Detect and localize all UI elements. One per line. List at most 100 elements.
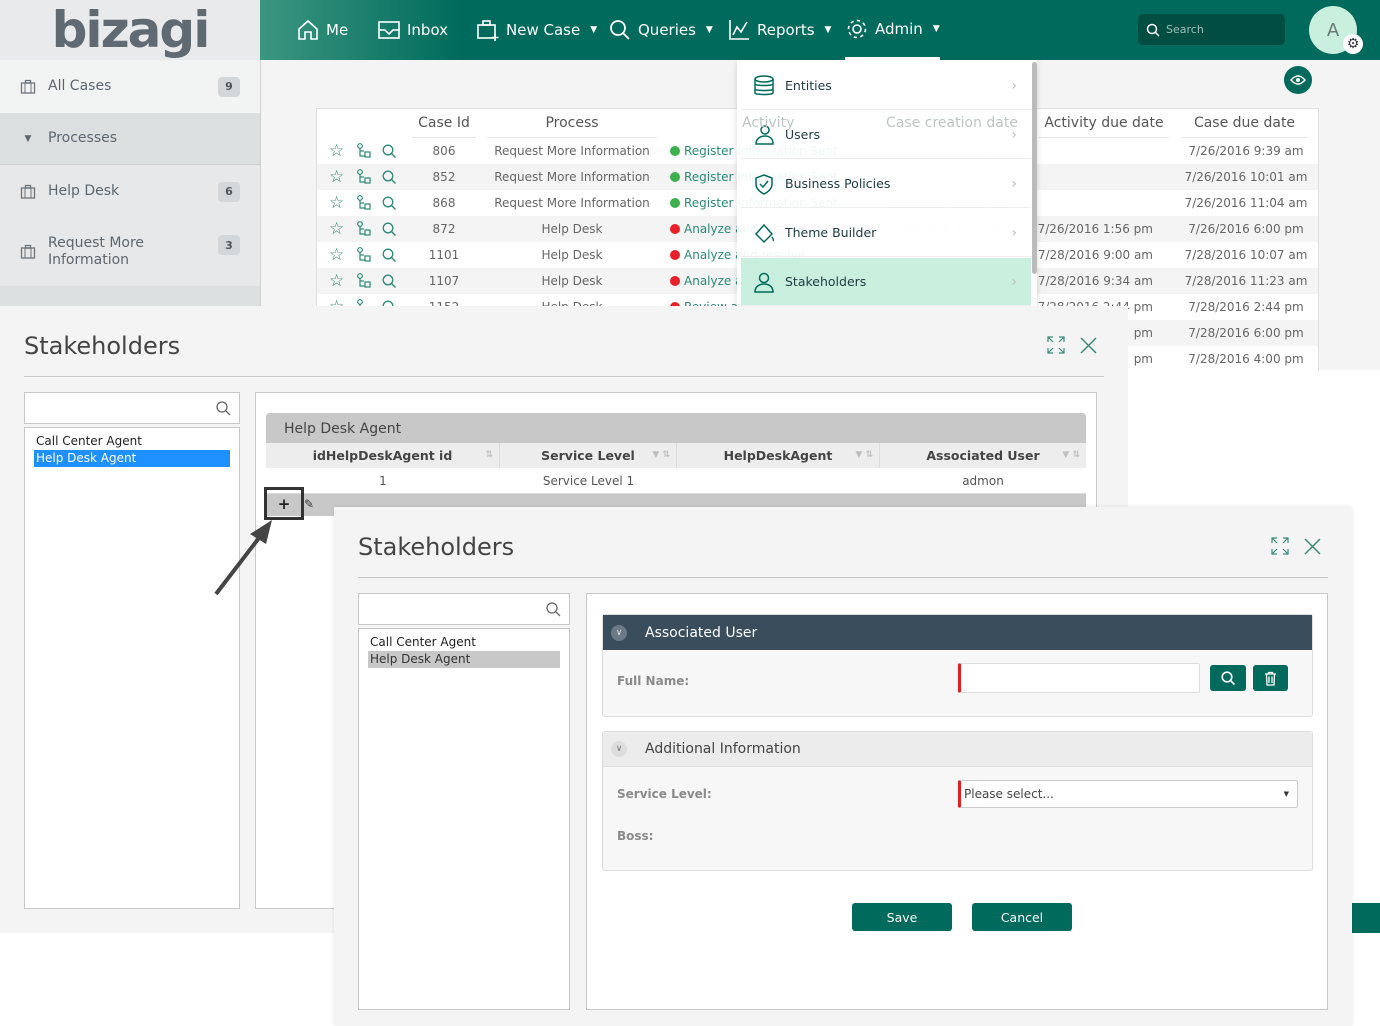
admin-dropdown-menu: Entities › Users › Business Policies › T… (737, 60, 1037, 306)
nav-reports[interactable]: Reports ▼ (727, 0, 831, 60)
full-name-input[interactable] (958, 663, 1200, 693)
search-user-button[interactable] (1210, 665, 1246, 691)
cell-case-id[interactable]: 806 (412, 138, 476, 164)
caret-down-icon: ▼ (590, 25, 598, 35)
nav-inbox[interactable]: Inbox (377, 0, 448, 60)
search-input[interactable]: Search (1138, 14, 1285, 45)
sidebar-item-processes[interactable]: ▼ Processes (0, 113, 260, 165)
nav-queries[interactable]: Queries ▼ (608, 0, 713, 60)
menu-item-entities[interactable]: Entities › (741, 62, 1031, 110)
cell-case-due: 7/28/2016 4:00 pm (1188, 352, 1304, 366)
nav-me[interactable]: Me (296, 0, 348, 60)
menu-scrollbar[interactable] (1032, 62, 1037, 274)
list-item-call-center-agent[interactable]: Call Center Agent (34, 433, 230, 450)
maximize-icon[interactable] (1047, 336, 1065, 354)
col-associated-user[interactable]: Associated User ▼ ⇅ (880, 443, 1086, 468)
sidebar-item-all-cases[interactable]: All Cases 9 (0, 60, 260, 113)
close-icon[interactable] (1304, 538, 1321, 555)
col-id[interactable]: idHelpDeskAgent id ⇅ (266, 443, 500, 468)
col-service-level[interactable]: Service Level ▼ ⇅ (500, 443, 677, 468)
nav-admin[interactable]: Admin ▼ (845, 0, 940, 60)
filter-sort-icon[interactable]: ▼ ⇅ (652, 443, 670, 468)
grid-title: Help Desk Agent (266, 413, 1086, 443)
view-case-search-icon[interactable] (382, 248, 397, 263)
collapse-chevron-icon[interactable]: ∨ (611, 741, 627, 757)
edit-pencil-icon[interactable]: ✎ (304, 497, 314, 511)
workflow-icon[interactable] (356, 143, 372, 159)
favorite-star-icon[interactable]: ☆ (329, 164, 344, 190)
settings-gear-icon[interactable]: ⚙ (1343, 34, 1363, 54)
briefcase-icon (20, 244, 36, 259)
col-case-creation[interactable]: Case creation date (882, 109, 1022, 138)
view-case-search-icon[interactable] (382, 274, 397, 289)
clear-user-button[interactable] (1253, 665, 1288, 691)
sidebar-item-request-more-information[interactable]: Request More Information 3 (0, 218, 260, 286)
favorite-star-icon[interactable]: ☆ (329, 190, 344, 216)
section-header[interactable]: ∨ Additional Information (603, 732, 1312, 767)
nav-new-case[interactable]: New Case ▼ (476, 0, 597, 60)
search-icon[interactable] (546, 602, 561, 617)
maximize-icon[interactable] (1271, 537, 1289, 555)
list-item-help-desk-agent[interactable]: Help Desk Agent (368, 651, 560, 668)
workflow-icon[interactable] (356, 247, 372, 263)
filter-sort-icon[interactable]: ▼ ⇅ (855, 443, 873, 468)
sidebar-item-label: Request More Information (48, 235, 145, 268)
menu-item-business-policies[interactable]: Business Policies › (741, 160, 1031, 208)
filter-sort-icon[interactable]: ▼ ⇅ (1062, 443, 1080, 468)
col-activity-due[interactable]: Activity due date (1039, 109, 1169, 138)
favorite-star-icon[interactable]: ☆ (329, 268, 344, 294)
view-case-search-icon[interactable] (382, 170, 397, 185)
chevron-right-icon: › (1011, 273, 1017, 290)
cell-case-id[interactable]: 852 (412, 164, 476, 190)
col-process[interactable]: Process (487, 109, 657, 138)
favorite-star-icon[interactable]: ☆ (329, 138, 344, 164)
view-case-search-icon[interactable] (382, 222, 397, 237)
section-associated-user: ∨ Associated User Full Name: (602, 614, 1313, 717)
cell-case-id[interactable]: 1107 (412, 268, 476, 294)
favorite-star-icon[interactable]: ☆ (329, 216, 344, 242)
menu-item-label: Business Policies (785, 176, 891, 191)
sort-icon[interactable]: ⇅ (485, 443, 493, 468)
col-label: Associated User (926, 448, 1040, 463)
menu-item-theme-builder[interactable]: Theme Builder › (741, 209, 1031, 257)
cell-case-due: 7/28/2016 10:07 am (1184, 248, 1308, 262)
service-level-select[interactable]: Please select... ▼ (958, 780, 1298, 808)
section-header[interactable]: ∨ Associated User (603, 615, 1312, 650)
shield-icon (755, 173, 773, 195)
cell-helpdeskagent (677, 468, 880, 493)
sidebar: bizagi All Cases 9 ▼ Processes Help Desk… (0, 0, 261, 306)
caret-down-icon: ▼ (24, 133, 32, 144)
workflow-icon[interactable] (356, 195, 372, 211)
workflow-icon[interactable] (356, 169, 372, 185)
stakeholder-search-input[interactable] (358, 593, 570, 625)
sidebar-item-help-desk[interactable]: Help Desk 6 (0, 165, 260, 218)
menu-item-label: Theme Builder (785, 225, 877, 240)
cell-case-id[interactable]: 872 (412, 216, 476, 242)
col-helpdeskagent[interactable]: HelpDeskAgent ▼ ⇅ (677, 443, 880, 468)
cell-activity-due (1017, 138, 1153, 164)
eye-icon[interactable] (1284, 66, 1312, 94)
workflow-icon[interactable] (356, 221, 372, 237)
col-case-id[interactable]: Case Id (412, 109, 476, 138)
menu-item-stakeholders[interactable]: Stakeholders › (741, 258, 1031, 306)
cell-case-id[interactable]: 1101 (412, 242, 476, 268)
col-case-due[interactable]: Case due date (1182, 109, 1307, 138)
search-icon[interactable] (216, 401, 231, 416)
list-item-call-center-agent[interactable]: Call Center Agent (368, 634, 560, 651)
stakeholder-search-input[interactable] (24, 392, 240, 424)
workflow-icon[interactable] (356, 273, 372, 289)
save-button[interactable]: Save (852, 903, 952, 931)
collapse-chevron-icon[interactable]: ∨ (611, 624, 627, 641)
cancel-button[interactable]: Cancel (972, 903, 1072, 931)
briefcase-icon (20, 79, 36, 94)
view-case-search-icon[interactable] (382, 196, 397, 211)
favorite-star-icon[interactable]: ☆ (329, 242, 344, 268)
grid-row[interactable]: 1 Service Level 1 admon (266, 468, 1086, 494)
cell-case-due: 7/26/2016 11:04 am (1184, 196, 1308, 210)
list-item-help-desk-agent[interactable]: Help Desk Agent (34, 450, 230, 467)
col-activity[interactable]: Activity (742, 109, 822, 138)
close-icon[interactable] (1080, 337, 1097, 354)
nav-admin-label: Admin (875, 19, 923, 38)
cell-case-id[interactable]: 868 (412, 190, 476, 216)
view-case-search-icon[interactable] (382, 144, 397, 159)
